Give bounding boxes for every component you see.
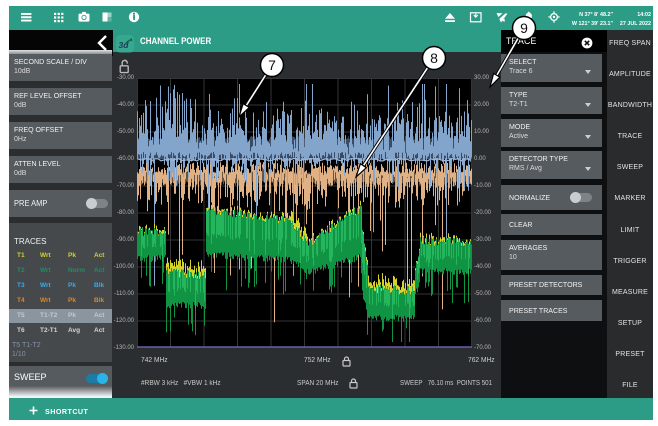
svg-text:9: 9 — [520, 20, 528, 36]
svg-text:7: 7 — [268, 57, 276, 73]
svg-text:8: 8 — [430, 50, 438, 66]
